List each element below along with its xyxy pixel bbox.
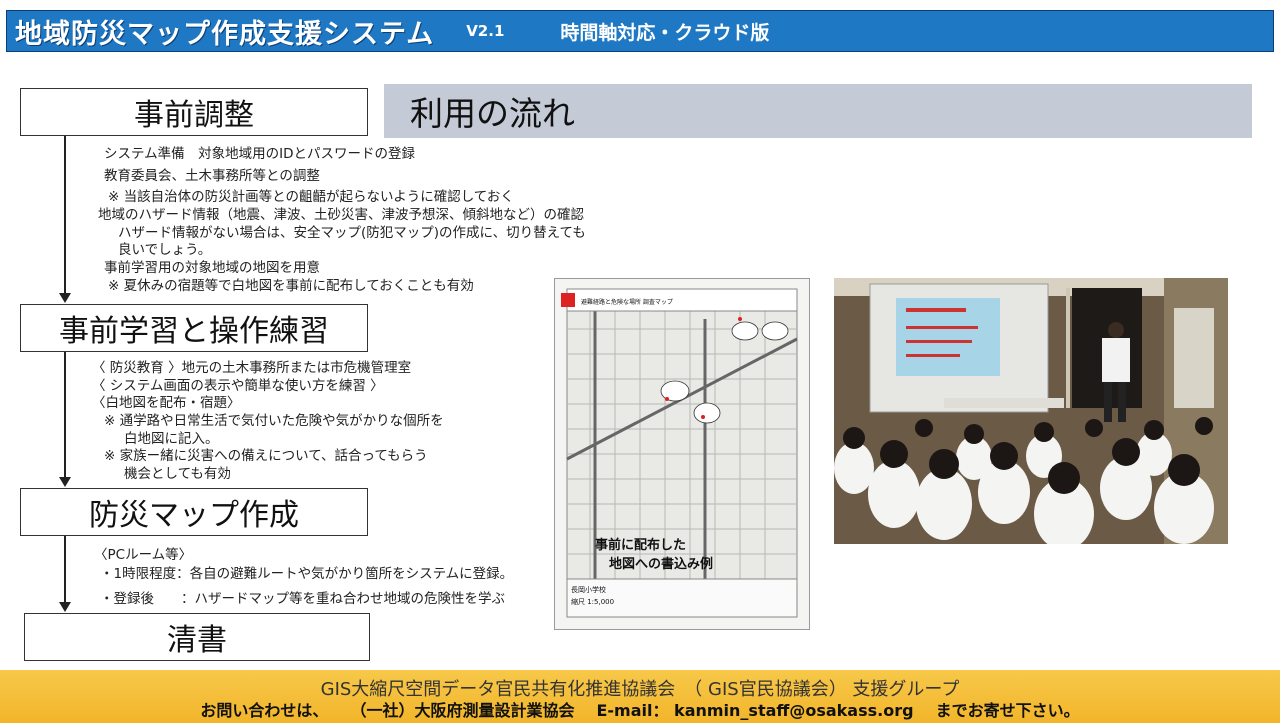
note-line: ハザード情報がない場合は、安全マップ(防犯マップ)の作成に、切り替えても: [118, 225, 586, 241]
title-bar: 地域防災マップ作成支援システム V2.1 時間軸対応・クラウド版: [6, 10, 1274, 52]
note-line: ※ 通学路や日常生活で気付いた危険や気がかりな個所を: [104, 413, 444, 429]
contact-prefix: お問い合わせは、: [200, 701, 329, 720]
note-line: システム準備 対象地域用のIDとパスワードの登録: [104, 146, 415, 162]
map-example-image: 避難経路と危険な場所 調査マップ 長岡小学校 縮尺 1:5,000 事前に配布し…: [554, 278, 810, 630]
note-line: ※ 夏休みの宿題等で白地図を事前に配布しておくことも有効: [108, 278, 474, 294]
step-box-final: 清書: [24, 613, 370, 661]
step-box-make: 防災マップ作成: [20, 488, 368, 536]
flow-line: [64, 136, 66, 294]
map-school-label: 長岡小学校: [571, 585, 606, 594]
flow-title: 利用の流れ: [410, 94, 575, 133]
classroom-photo: [834, 278, 1228, 544]
step-label: 防災マップ作成: [89, 498, 299, 533]
footer-contact: お問い合わせは、 （一社）大阪府測量設計業協会 E-mail： kanmin_sta…: [0, 697, 1280, 721]
step-label: 清書: [167, 623, 227, 658]
version-label: V2.1: [466, 22, 505, 40]
step-label: 事前学習と操作練習: [59, 314, 329, 349]
step-label: 事前調整: [134, 98, 254, 133]
step-box-prep: 事前調整: [20, 88, 368, 136]
note-line: 〈 防災教育 〉地元の土木事務所または市危機管理室: [92, 360, 412, 376]
contact-suffix: までお寄せ下さい。: [935, 701, 1080, 720]
email-address[interactable]: kanmin_staff@osakass.org: [674, 701, 914, 720]
footer-bar: GIS大縮尺空間データ官民共有化推進協議会 （ GIS官民協議会） 支援グループ…: [0, 670, 1280, 723]
arrow-down-icon: [59, 477, 71, 487]
note-line: 教育委員会、土木事務所等との調整: [104, 168, 320, 184]
step-box-study: 事前学習と操作練習: [20, 304, 368, 352]
map-caption-line1: 事前に配布した: [595, 537, 686, 553]
contact-organization: （一社）大阪府測量設計業協会: [350, 701, 575, 720]
flow-line: [64, 352, 66, 478]
arrow-down-icon: [59, 602, 71, 612]
flow-line: [64, 536, 66, 603]
email-label: E-mail：: [596, 701, 669, 720]
note-line: ・登録後 ：ハザードマップ等を重ね合わせ地域の危険性を学ぶ: [100, 591, 505, 607]
note-line: 機会としても有効: [124, 466, 231, 482]
note-line: 白地図に記入。: [124, 431, 219, 447]
street-map-illustration: 避難経路と危険な場所 調査マップ 長岡小学校 縮尺 1:5,000 事前に配布し…: [555, 279, 809, 629]
classroom-illustration: [834, 278, 1228, 544]
note-line: 〈 システム画面の表示や簡単な使い方を練習 〉: [92, 378, 384, 394]
note-line: 〈PCルーム等〉: [94, 547, 193, 563]
map-caption-line2: 地図への書込み例: [609, 556, 713, 572]
map-scale-label: 縮尺 1:5,000: [571, 597, 614, 606]
note-line: 地域のハザード情報（地震、津波、土砂災害、津波予想深、傾斜地など）の確認: [98, 207, 584, 223]
note-line: ・1時限程度：各自の避難ルートや気がかり箇所をシステムに登録。: [100, 566, 514, 582]
map-flag-icon: [561, 293, 575, 307]
note-line: ※ 当該自治体の防災計画等との齟齬が起らないように確認しておく: [108, 189, 514, 205]
note-line: 〈白地図を配布・宿題〉: [92, 395, 241, 411]
note-line: 良いでしょう。: [118, 242, 212, 258]
note-line: ※ 家族ー緒に災害への備えについて、話合ってもらう: [104, 448, 428, 464]
flow-banner: 利用の流れ: [384, 84, 1252, 138]
app-subtitle: 時間軸対応・クラウド版: [560, 21, 770, 44]
map-header-text: 避難経路と危険な場所 調査マップ: [581, 298, 673, 306]
app-title: 地域防災マップ作成支援システム: [15, 18, 435, 50]
arrow-down-icon: [59, 293, 71, 303]
note-line: 事前学習用の対象地域の地図を用意: [104, 260, 320, 276]
